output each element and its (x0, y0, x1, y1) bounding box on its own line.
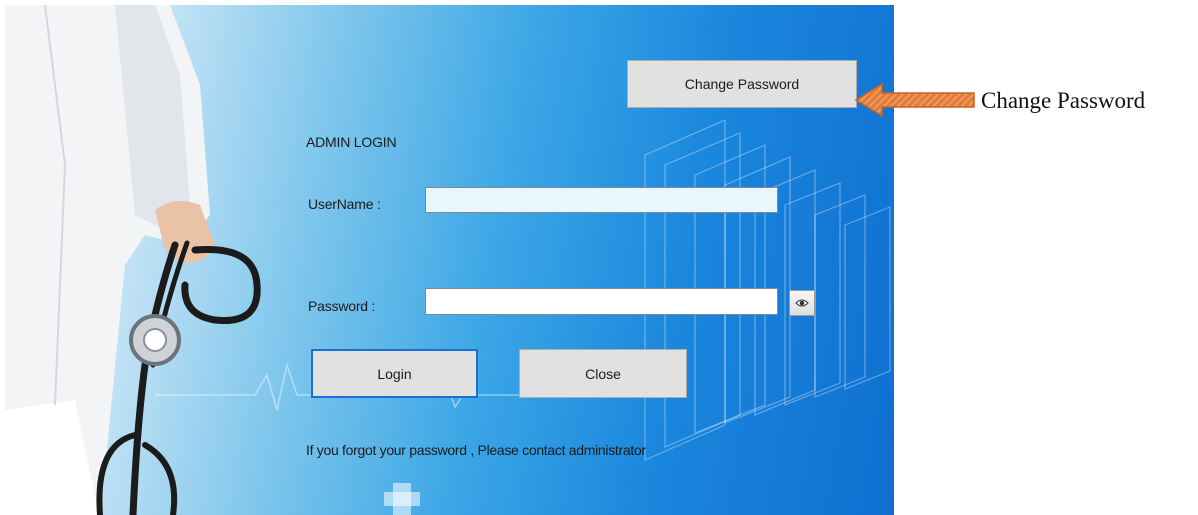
username-label: UserName : (308, 196, 381, 212)
forgot-password-note: If you forgot your password , Please con… (306, 442, 646, 458)
username-field[interactable] (425, 187, 778, 213)
callout-arrow (854, 82, 975, 118)
password-field[interactable] (425, 288, 778, 315)
admin-login-heading: ADMIN LOGIN (306, 134, 397, 150)
arrow-shape (854, 82, 975, 118)
callout-label: Change Password (981, 88, 1146, 113)
show-password-button[interactable] (789, 290, 815, 316)
close-button[interactable]: Close (519, 349, 687, 398)
eye-icon (795, 299, 809, 307)
login-button[interactable]: Login (311, 349, 478, 398)
change-password-button[interactable]: Change Password (627, 60, 857, 108)
password-label: Password : (308, 298, 376, 314)
login-window: ADMIN LOGIN Change Password UserName : P… (5, 5, 894, 515)
medical-cross (384, 483, 420, 515)
